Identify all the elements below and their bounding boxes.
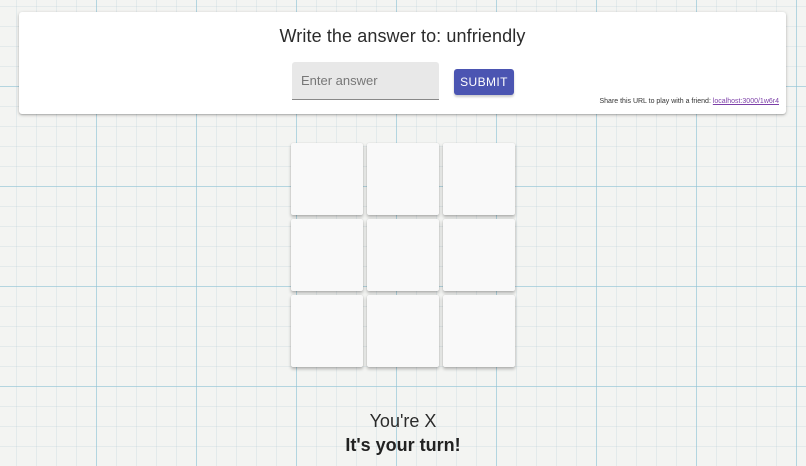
turn-indicator: It's your turn!	[345, 435, 461, 455]
player-symbol-text: You're X	[369, 411, 437, 431]
board-cell-2[interactable]	[367, 143, 439, 215]
board-cell-3[interactable]	[443, 143, 515, 215]
board-cell-1[interactable]	[291, 143, 363, 215]
board-cell-6[interactable]	[443, 219, 515, 291]
board-cell-9[interactable]	[443, 295, 515, 367]
board-cell-4[interactable]	[291, 219, 363, 291]
share-label: Share this URL to play with a friend:	[599, 98, 713, 105]
share-link[interactable]: localhost:3000/1w6r4	[713, 98, 779, 105]
share-url-text: Share this URL to play with a friend: lo…	[599, 98, 779, 105]
board-cell-8[interactable]	[367, 295, 439, 367]
question-prompt: Write the answer to: unfriendly	[279, 26, 526, 46]
game-board	[291, 143, 515, 367]
answer-panel: Write the answer to: unfriendly SUBMIT S…	[19, 12, 786, 114]
board-cell-5[interactable]	[367, 219, 439, 291]
answer-input[interactable]	[292, 62, 439, 100]
submit-button[interactable]: SUBMIT	[454, 69, 514, 95]
board-cell-7[interactable]	[291, 295, 363, 367]
